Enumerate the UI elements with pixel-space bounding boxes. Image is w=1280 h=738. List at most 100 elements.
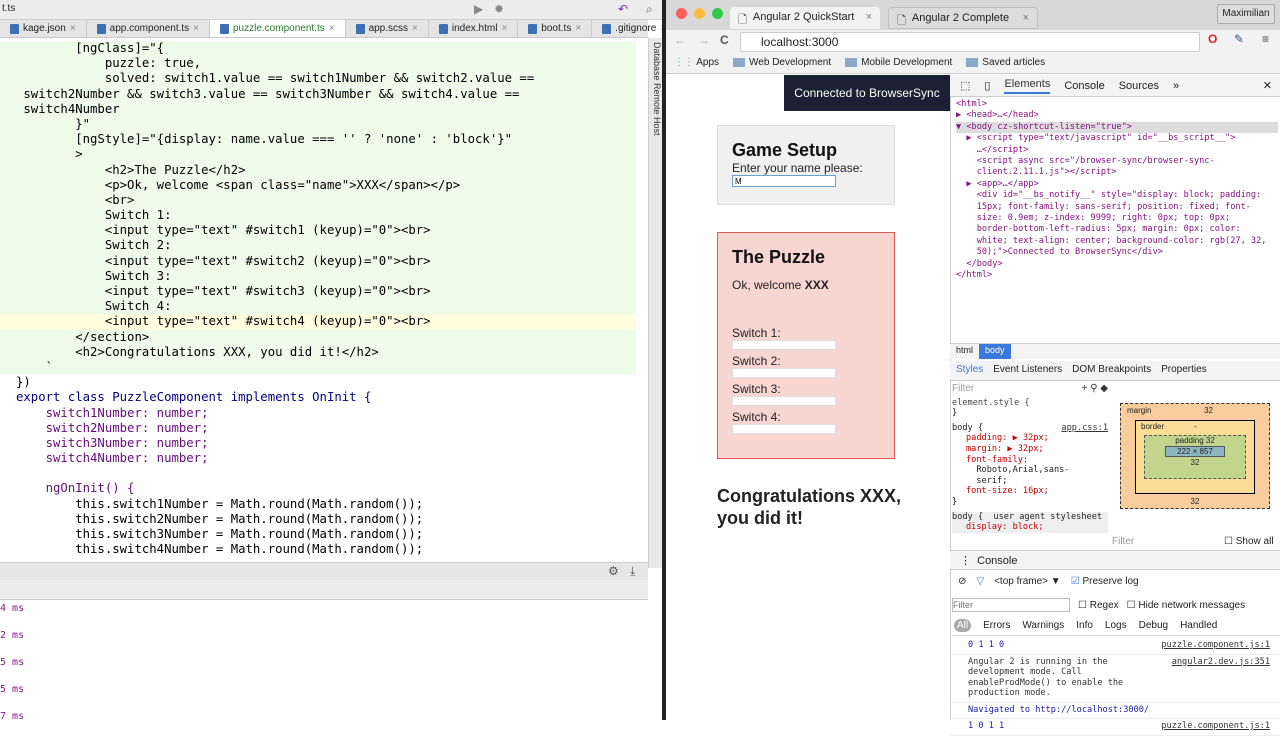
frame-select[interactable]: <top frame> ▼: [994, 576, 1061, 587]
dom-node[interactable]: 50);">Connected to BrowserSync</div>: [956, 247, 1278, 258]
eyedropper-icon[interactable]: ✎: [1234, 32, 1244, 46]
dom-node[interactable]: size: 0.9em; z-index: 9999; right: 0px; …: [956, 213, 1278, 224]
close-tab-icon[interactable]: ×: [866, 11, 872, 25]
menu-icon[interactable]: ≡: [1262, 32, 1269, 46]
style-prop[interactable]: margin: ▶ 32px;: [952, 444, 1108, 455]
drawer-menu-icon[interactable]: ⋮: [960, 555, 971, 567]
opera-icon[interactable]: O: [1208, 32, 1217, 46]
dom-node[interactable]: …</script>: [956, 145, 1278, 156]
run-icon[interactable]: ▶: [474, 2, 483, 16]
code-line[interactable]: this.switch1Number = Math.round(Math.ran…: [0, 497, 636, 512]
hide-network-checkbox[interactable]: ☐ Hide network messages: [1127, 600, 1245, 611]
dom-node[interactable]: </body>: [956, 259, 1278, 270]
editor-tab[interactable]: app.component.ts ×: [87, 20, 210, 37]
computed-filter[interactable]: Filter: [1112, 536, 1134, 547]
dom-tree[interactable]: <html> ▶ <head>…</head> ▼ <body cz-shortcu…: [956, 99, 1278, 282]
back-icon[interactable]: ←: [674, 33, 686, 47]
side-tool-strip[interactable]: Database Remote Host: [648, 38, 662, 568]
code-line[interactable]: this.switch2Number = Math.round(Math.ran…: [0, 512, 636, 527]
filter-icon[interactable]: ▽: [976, 576, 984, 587]
code-line[interactable]: </section>: [0, 329, 636, 345]
tab-styles[interactable]: Styles: [956, 364, 983, 377]
dom-node[interactable]: client.2.11.1.js"></script>: [956, 167, 1278, 178]
close-tab-icon[interactable]: ×: [1023, 12, 1029, 24]
level-logs[interactable]: Logs: [1105, 620, 1127, 631]
debug-icon[interactable]: ✹: [494, 2, 504, 16]
code-line[interactable]: switch4Number: number;: [0, 451, 636, 466]
code-line[interactable]: switch2Number && switch3.value == switch…: [0, 86, 636, 102]
device-icon[interactable]: ▯: [984, 79, 990, 92]
dom-node[interactable]: ▶ <head>…</head>: [956, 110, 1278, 121]
code-line[interactable]: [0, 466, 636, 481]
download-icon[interactable]: ⤓: [630, 564, 635, 579]
dom-node[interactable]: ▶ <script type="text/javascript" id="__b…: [956, 133, 1278, 144]
crumb-html[interactable]: html: [950, 344, 979, 359]
dom-node[interactable]: ▶ <app>…</app>: [956, 179, 1278, 190]
code-line[interactable]: Switch 2:: [0, 238, 636, 254]
dom-node[interactable]: <div id="__bs_notify__" style="display: …: [956, 190, 1278, 201]
rule-source-link[interactable]: app.css:1: [1061, 423, 1108, 434]
code-line[interactable]: this.switch3Number = Math.round(Math.ran…: [0, 527, 636, 542]
code-line[interactable]: <input type="text" #switch3 (keyup)="0">…: [0, 284, 636, 300]
code-line[interactable]: puzzle: true,: [0, 56, 636, 72]
code-line[interactable]: switch2Number: number;: [0, 421, 636, 436]
dom-node[interactable]: <html>: [956, 99, 1278, 110]
add-rule-icon[interactable]: + ⚲ ◆: [1082, 383, 1108, 395]
inspect-icon[interactable]: ⬚: [960, 79, 970, 92]
crumb-body[interactable]: body: [979, 344, 1011, 359]
code-line[interactable]: }): [0, 375, 636, 390]
console-drawer-tab[interactable]: Console: [977, 555, 1017, 567]
code-line[interactable]: <input type="text" #switch2 (keyup)="0">…: [0, 253, 636, 269]
close-window-button[interactable]: [676, 8, 687, 19]
code-line[interactable]: [ngClass]="{: [0, 41, 636, 57]
editor-tab[interactable]: boot.ts ×: [518, 20, 593, 37]
show-all-checkbox[interactable]: ☐ Show all: [1224, 536, 1274, 547]
editor-tab[interactable]: puzzle.component.ts ×: [210, 20, 346, 37]
close-devtools-icon[interactable]: ✕: [1263, 79, 1280, 92]
level-warnings[interactable]: Warnings: [1022, 620, 1064, 631]
regex-checkbox[interactable]: ☐ Regex: [1078, 600, 1119, 611]
code-line[interactable]: solved: switch1.value == switch1Number &…: [0, 71, 636, 87]
editor-tab[interactable]: index.html ×: [429, 20, 519, 37]
bookmark-apps[interactable]: ⋮⋮ Apps: [674, 57, 719, 70]
code-line[interactable]: <h2>The Puzzle</h2>: [0, 162, 636, 178]
switch-3-input[interactable]: [732, 396, 836, 406]
clear-console-icon[interactable]: ⊘: [958, 576, 966, 587]
code-line[interactable]: <p>Ok, welcome <span class="name">XXX</s…: [0, 177, 636, 193]
bookmark-saved-articles[interactable]: Saved articles: [966, 57, 1045, 70]
code-line[interactable]: }": [0, 116, 636, 133]
code-line[interactable]: <input type="text" #switch4 (keyup)="0">…: [0, 314, 636, 330]
code-line[interactable]: [ngStyle]="{display: name.value === '' ?…: [0, 132, 636, 148]
profile-button[interactable]: Maximilian: [1217, 4, 1275, 24]
code-line[interactable]: switch4Number: [0, 101, 636, 117]
code-line[interactable]: Switch 1:: [0, 208, 636, 224]
close-tab-icon[interactable]: ×: [193, 23, 199, 34]
tab-elements[interactable]: Elements: [1004, 78, 1051, 94]
message-source[interactable]: puzzle.component.js:1: [1161, 721, 1270, 732]
tab-dom-breakpoints[interactable]: DOM Breakpoints: [1072, 364, 1151, 377]
forward-icon[interactable]: →: [698, 33, 710, 47]
gear-icon[interactable]: ⚙: [608, 564, 619, 578]
editor-tab[interactable]: app.scss ×: [346, 20, 429, 37]
tab-console[interactable]: Console: [1064, 80, 1104, 92]
level-handled[interactable]: Handled: [1180, 620, 1217, 631]
name-input[interactable]: [732, 175, 836, 187]
bookmark-web-development[interactable]: Web Development: [733, 57, 831, 70]
level-errors[interactable]: Errors: [983, 620, 1010, 631]
level-debug[interactable]: Debug: [1139, 620, 1168, 631]
level-all[interactable]: All: [954, 619, 972, 632]
search-icon[interactable]: ⌕: [646, 2, 653, 17]
code-line[interactable]: switch3Number: number;: [0, 436, 636, 451]
code-line[interactable]: Switch 4:: [0, 299, 636, 315]
code-line[interactable]: this.switch4Number = Math.round(Math.ran…: [0, 542, 636, 557]
dom-node[interactable]: ▼ <body cz-shortcut-listen="true">: [956, 121, 1278, 134]
styles-filter[interactable]: Filter: [952, 383, 974, 395]
switch-4-input[interactable]: [732, 424, 836, 434]
code-editor[interactable]: [ngClass]="{ puzzle: true, solved: switc…: [0, 41, 636, 561]
code-line[interactable]: <h2>Congratulations XXX, you did it!</h2…: [0, 344, 636, 360]
editor-tab[interactable]: kage.json ×: [0, 20, 87, 37]
dom-node[interactable]: </html>: [956, 270, 1278, 281]
tab-event-listeners[interactable]: Event Listeners: [993, 364, 1062, 377]
code-line[interactable]: ngOnInit() {: [0, 481, 636, 496]
switch-2-input[interactable]: [732, 368, 836, 378]
